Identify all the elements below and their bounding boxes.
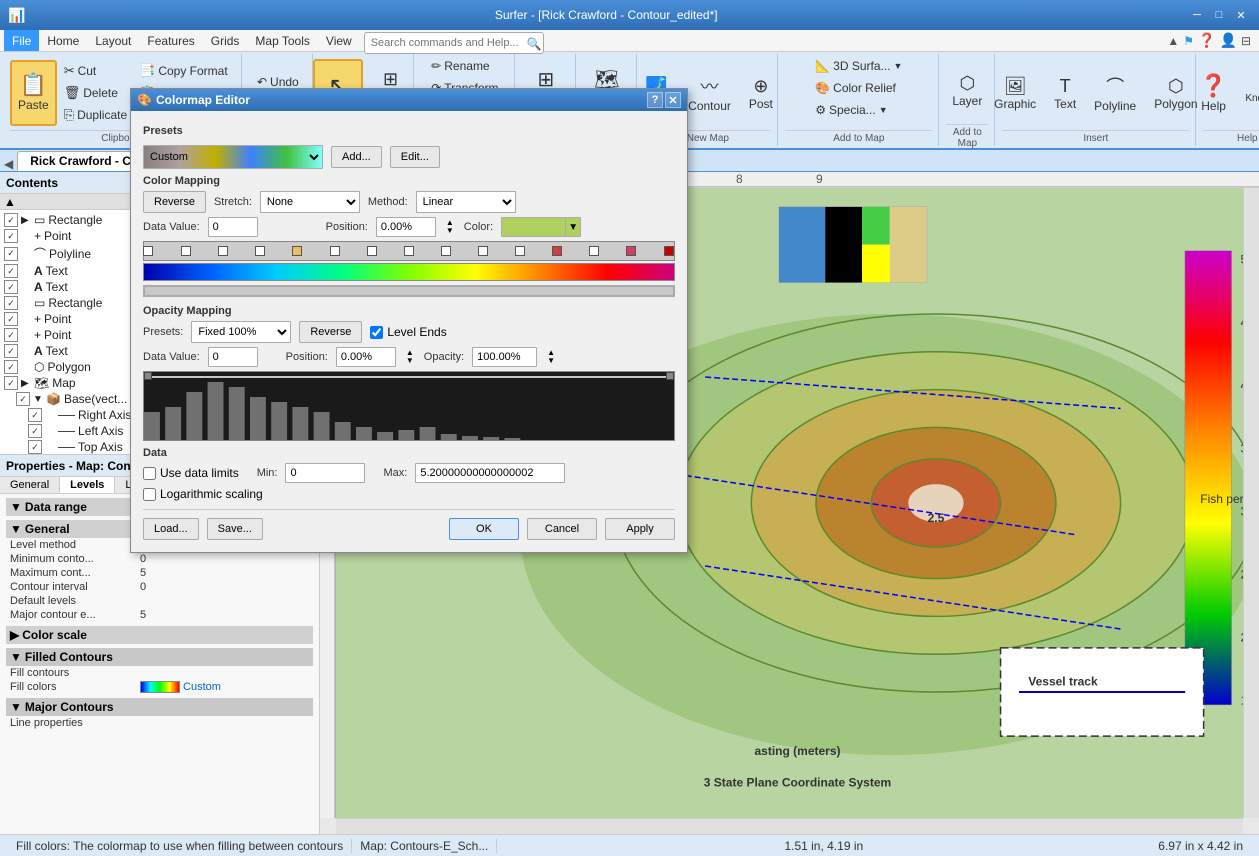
color-node-7[interactable] bbox=[404, 246, 414, 256]
opacity-label: Opacity: bbox=[424, 351, 464, 363]
hist-handle-tr[interactable] bbox=[666, 372, 674, 380]
presets-label: Presets bbox=[143, 125, 183, 137]
method-select[interactable]: Linear bbox=[416, 191, 516, 213]
opacity-position-label: Position: bbox=[286, 351, 328, 363]
dialog-titlebar: 🎨 Colormap Editor ? ✕ bbox=[131, 89, 687, 111]
stretch-label: Stretch: bbox=[214, 196, 252, 208]
color-nodes-area[interactable] bbox=[143, 241, 675, 261]
cancel-btn[interactable]: Cancel bbox=[527, 518, 597, 540]
apply-btn[interactable]: Apply bbox=[605, 518, 675, 540]
opacity-position-input[interactable] bbox=[336, 347, 396, 367]
color-gradient-preview bbox=[143, 263, 675, 281]
opacity-row1: Presets: Fixed 100% Reverse Level Ends bbox=[143, 321, 675, 343]
level-ends-label: Level Ends bbox=[387, 325, 446, 339]
dialog-help-btn[interactable]: ? bbox=[647, 92, 663, 108]
opacity-mapping-label: Opacity Mapping bbox=[143, 305, 675, 317]
add-preset-btn[interactable]: Add... bbox=[331, 146, 382, 168]
color-node-14[interactable] bbox=[664, 246, 674, 256]
method-label: Method: bbox=[368, 196, 408, 208]
level-ends-checkbox-label[interactable]: Level Ends bbox=[370, 325, 446, 339]
presets-row: Presets bbox=[143, 119, 675, 141]
use-data-limits-checkbox[interactable] bbox=[143, 467, 156, 480]
color-node-4[interactable] bbox=[292, 246, 302, 256]
opacity-histogram[interactable] bbox=[143, 371, 675, 441]
color-scrollbar-thumb[interactable] bbox=[144, 286, 674, 296]
max-label: Max: bbox=[383, 467, 407, 479]
position-down[interactable]: ▼ bbox=[446, 227, 454, 235]
opacity-spinners[interactable]: ▲ ▼ bbox=[547, 349, 555, 365]
opacity-data-value-input[interactable] bbox=[208, 347, 258, 367]
color-node-2[interactable] bbox=[218, 246, 228, 256]
dialog-overlay: 🎨 Colormap Editor ? ✕ Presets Custom Add… bbox=[0, 0, 1259, 856]
color-mapping-row2: Data Value: Position: ▲ ▼ Color: ▼ bbox=[143, 217, 675, 237]
min-input[interactable] bbox=[285, 463, 365, 483]
presets-control-row: Custom Add... Edit... bbox=[143, 145, 675, 169]
color-node-8[interactable] bbox=[441, 246, 451, 256]
opacity-pos-down[interactable]: ▼ bbox=[406, 357, 414, 365]
reverse-color-btn[interactable]: Reverse bbox=[143, 191, 206, 213]
color-scrollbar[interactable] bbox=[143, 285, 675, 297]
data-value-input[interactable] bbox=[208, 217, 258, 237]
load-btn[interactable]: Load... bbox=[143, 518, 199, 540]
save-btn[interactable]: Save... bbox=[207, 518, 263, 540]
histogram-svg bbox=[144, 372, 674, 441]
ok-btn[interactable]: OK bbox=[449, 518, 519, 540]
color-node-12[interactable] bbox=[589, 246, 599, 256]
color-node-5[interactable] bbox=[330, 246, 340, 256]
data-row2: Logarithmic scaling bbox=[143, 487, 675, 501]
color-node-0[interactable] bbox=[143, 246, 153, 256]
presets-select[interactable]: Custom bbox=[143, 145, 323, 169]
color-node-11[interactable] bbox=[552, 246, 562, 256]
color-node-6[interactable] bbox=[367, 246, 377, 256]
logarithmic-text: Logarithmic scaling bbox=[160, 487, 263, 501]
dialog-titlebar-controls[interactable]: ? ✕ bbox=[647, 92, 681, 108]
data-section-label: Data bbox=[143, 447, 675, 459]
color-node-10[interactable] bbox=[515, 246, 525, 256]
opacity-pos-spinners[interactable]: ▲ ▼ bbox=[406, 349, 414, 365]
color-mapping-row1: Reverse Stretch: None Linear Method: Lin… bbox=[143, 191, 675, 213]
max-input[interactable] bbox=[415, 463, 565, 483]
data-row1: Use data limits Min: Max: bbox=[143, 463, 675, 483]
dialog-close-btn[interactable]: ✕ bbox=[665, 92, 681, 108]
opacity-presets-select[interactable]: Fixed 100% bbox=[191, 321, 291, 343]
color-node-13[interactable] bbox=[626, 246, 636, 256]
stretch-select[interactable]: None Linear bbox=[260, 191, 360, 213]
opacity-hist-container bbox=[143, 371, 675, 441]
hist-handle-tl[interactable] bbox=[144, 372, 152, 380]
position-label: Position: bbox=[326, 221, 368, 233]
color-node-9[interactable] bbox=[478, 246, 488, 256]
color-picker-arrow[interactable]: ▼ bbox=[565, 218, 580, 236]
level-ends-checkbox[interactable] bbox=[370, 326, 383, 339]
use-data-limits-label[interactable]: Use data limits bbox=[143, 466, 239, 480]
dialog-btns-row: Load... Save... OK Cancel Apply bbox=[143, 509, 675, 540]
opacity-input[interactable] bbox=[472, 347, 537, 367]
reverse-opacity-btn[interactable]: Reverse bbox=[299, 321, 362, 343]
color-picker[interactable]: ▼ bbox=[501, 217, 581, 237]
logarithmic-checkbox[interactable] bbox=[143, 488, 156, 501]
color-node-1[interactable] bbox=[181, 246, 191, 256]
opacity-data-value-label: Data Value: bbox=[143, 351, 200, 363]
opacity-row2: Data Value: Position: ▲ ▼ Opacity: ▲ ▼ bbox=[143, 347, 675, 367]
colormap-dialog: 🎨 Colormap Editor ? ✕ Presets Custom Add… bbox=[130, 88, 688, 553]
color-node-3[interactable] bbox=[255, 246, 265, 256]
color-mapping-label: Color Mapping bbox=[143, 175, 675, 187]
position-input[interactable] bbox=[376, 217, 436, 237]
position-spinners[interactable]: ▲ ▼ bbox=[446, 219, 454, 235]
data-value-label: Data Value: bbox=[143, 221, 200, 233]
dialog-body: Presets Custom Add... Edit... Color Mapp… bbox=[131, 111, 687, 552]
dialog-icon: 🎨 bbox=[137, 93, 152, 107]
color-nodes-strip[interactable] bbox=[143, 241, 675, 261]
color-label: Color: bbox=[464, 221, 493, 233]
dialog-title: Colormap Editor bbox=[156, 93, 250, 107]
use-data-limits-text: Use data limits bbox=[160, 466, 239, 480]
edit-preset-btn[interactable]: Edit... bbox=[390, 146, 440, 168]
opacity-down[interactable]: ▼ bbox=[547, 357, 555, 365]
opacity-presets-label: Presets: bbox=[143, 326, 183, 338]
logarithmic-label[interactable]: Logarithmic scaling bbox=[143, 487, 263, 501]
dialog-titlebar-left: 🎨 Colormap Editor bbox=[137, 93, 250, 107]
min-label: Min: bbox=[257, 467, 278, 479]
